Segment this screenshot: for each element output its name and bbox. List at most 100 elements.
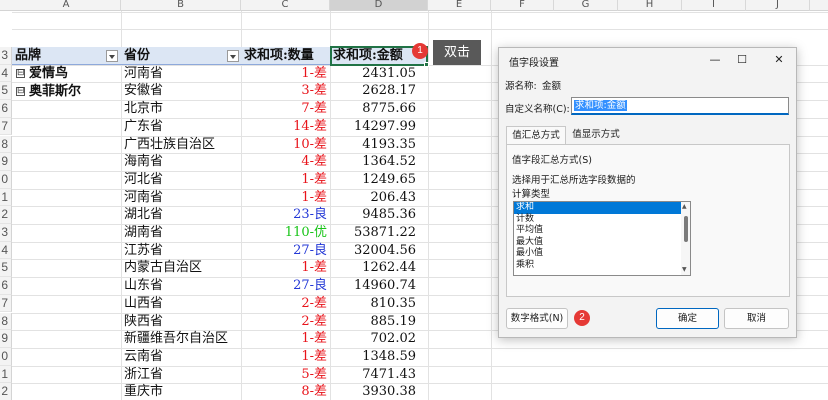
row-number[interactable]: 6 xyxy=(0,100,12,118)
brand-filter-icon[interactable] xyxy=(106,50,118,62)
row-number[interactable]: 9 xyxy=(0,330,12,348)
amount-cell[interactable]: 702.02 xyxy=(330,330,417,348)
row-number[interactable]: 9 xyxy=(0,153,12,171)
amount-cell[interactable]: 7471.43 xyxy=(330,366,416,384)
row-number[interactable]: 1 xyxy=(0,365,12,384)
amount-cell[interactable]: 4193.35 xyxy=(330,136,416,154)
amount-cell[interactable]: 2628.17 xyxy=(330,82,416,100)
calc-type-option[interactable]: 最大值 xyxy=(514,237,681,249)
column-header-g[interactable]: G xyxy=(554,0,618,11)
qty-cell[interactable]: 110-优 xyxy=(241,224,327,242)
scroll-up-icon[interactable]: ▲ xyxy=(682,203,687,210)
province-cell[interactable]: 山西省 xyxy=(124,295,163,313)
number-format-button[interactable]: 数字格式(N) xyxy=(506,308,568,329)
calc-type-option[interactable]: 求和 xyxy=(514,202,681,214)
row-number[interactable]: 3 xyxy=(0,47,12,65)
qty-cell[interactable]: 1-差 xyxy=(241,189,327,207)
row-number[interactable]: 7 xyxy=(0,294,12,313)
province-cell[interactable]: 内蒙古自治区 xyxy=(124,259,202,277)
value-field-settings-dialog[interactable]: 值字段设置 — ☐ ✕ 源名称: 金额 自定义名称(C): 求和项:金额 值汇总… xyxy=(498,47,797,338)
amount-cell[interactable]: 53871.22 xyxy=(330,224,416,242)
row-number[interactable]: 6 xyxy=(0,277,12,295)
row-number[interactable]: 8 xyxy=(0,135,12,154)
scrollbar[interactable]: ▲ ▼ xyxy=(681,202,690,275)
column-header-i[interactable]: I xyxy=(682,0,746,11)
row-number[interactable]: 2 xyxy=(0,206,12,224)
collapse-icon[interactable]: ⊟ xyxy=(16,69,25,78)
province-cell[interactable]: 湖南省 xyxy=(124,224,163,242)
brand-group-aofeisier[interactable]: 奥菲斯尔 xyxy=(29,83,81,101)
maximize-icon[interactable]: ☐ xyxy=(732,50,752,70)
qty-cell[interactable]: 5-差 xyxy=(241,366,327,384)
pivot-header-qty[interactable]: 求和项:数量 xyxy=(244,47,314,65)
province-cell[interactable]: 海南省 xyxy=(124,153,163,171)
row-number[interactable]: 5 xyxy=(0,259,12,278)
row-number[interactable]: 3 xyxy=(0,224,12,242)
qty-cell[interactable]: 1-差 xyxy=(241,171,327,189)
column-header-j[interactable]: J xyxy=(746,0,810,11)
row-number[interactable]: 1 xyxy=(0,188,12,207)
province-cell[interactable]: 陕西省 xyxy=(124,313,163,331)
province-cell[interactable]: 江苏省 xyxy=(124,242,163,260)
qty-cell[interactable]: 14-差 xyxy=(241,118,327,136)
province-cell[interactable]: 新疆维吾尔自治区 xyxy=(124,330,228,348)
custom-name-input[interactable]: 求和项:金额 xyxy=(571,97,789,115)
amount-cell[interactable]: 3930.38 xyxy=(330,383,416,400)
amount-cell[interactable]: 206.43 xyxy=(330,189,417,207)
amount-cell[interactable]: 32004.56 xyxy=(330,242,416,260)
brand-group-aiqingniao[interactable]: 爱情鸟 xyxy=(29,65,68,83)
row-number[interactable]: 4 xyxy=(0,64,12,83)
amount-cell[interactable]: 8775.66 xyxy=(330,100,416,118)
province-cell[interactable]: 河南省 xyxy=(124,65,163,83)
qty-cell[interactable]: 27-良 xyxy=(241,277,327,295)
qty-cell[interactable]: 2-差 xyxy=(241,295,327,313)
calc-type-listbox[interactable]: 求和 计数 平均值 最大值 最小值 乘积 ▲ ▼ xyxy=(513,201,691,276)
qty-cell[interactable]: 1-差 xyxy=(241,259,327,277)
province-cell[interactable]: 山东省 xyxy=(124,277,163,295)
amount-cell[interactable]: 885.19 xyxy=(330,313,417,331)
qty-cell[interactable]: 1-差 xyxy=(241,348,327,366)
column-header-b[interactable]: B xyxy=(121,0,241,11)
scroll-thumb[interactable] xyxy=(684,216,688,242)
amount-cell[interactable]: 14297.99 xyxy=(330,118,416,136)
qty-cell[interactable]: 1-差 xyxy=(241,330,327,348)
calc-type-option[interactable]: 最小值 xyxy=(514,248,681,260)
scroll-down-icon[interactable]: ▼ xyxy=(682,266,687,273)
qty-cell[interactable]: 2-差 xyxy=(241,313,327,331)
amount-cell[interactable]: 1262.44 xyxy=(330,259,416,277)
calc-type-option[interactable]: 计数 xyxy=(514,214,681,226)
row-number[interactable]: 5 xyxy=(0,82,12,101)
column-header-c[interactable]: C xyxy=(241,0,330,11)
province-cell[interactable]: 河北省 xyxy=(124,171,163,189)
qty-cell[interactable]: 4-差 xyxy=(241,153,327,171)
calc-type-option[interactable]: 平均值 xyxy=(514,225,681,237)
minimize-icon[interactable]: — xyxy=(705,50,725,70)
amount-cell[interactable]: 2431.05 xyxy=(330,65,416,83)
province-filter-icon[interactable] xyxy=(227,50,239,62)
row-number[interactable]: 8 xyxy=(0,312,12,331)
province-cell[interactable]: 广西壮族自治区 xyxy=(124,136,215,154)
amount-cell[interactable]: 1249.65 xyxy=(330,171,416,189)
province-cell[interactable]: 河南省 xyxy=(124,189,163,207)
province-cell[interactable]: 重庆市 xyxy=(124,383,163,400)
province-cell[interactable]: 浙江省 xyxy=(124,366,163,384)
ok-button[interactable]: 确定 xyxy=(656,308,719,329)
cancel-button[interactable]: 取消 xyxy=(724,308,789,329)
amount-cell[interactable]: 14960.74 xyxy=(330,277,416,295)
column-header-e[interactable]: E xyxy=(428,0,491,11)
province-cell[interactable]: 安徽省 xyxy=(124,82,163,100)
qty-cell[interactable]: 10-差 xyxy=(241,136,327,154)
qty-cell[interactable]: 23-良 xyxy=(241,206,327,224)
province-cell[interactable]: 北京市 xyxy=(124,100,163,118)
column-header-a[interactable]: A xyxy=(12,0,121,11)
close-icon[interactable]: ✕ xyxy=(769,50,789,70)
column-header-f[interactable]: F xyxy=(491,0,554,11)
column-header-d[interactable]: D xyxy=(330,0,428,11)
row-number[interactable]: 4 xyxy=(0,241,12,260)
amount-cell[interactable]: 1364.52 xyxy=(330,153,416,171)
qty-cell[interactable]: 7-差 xyxy=(241,100,327,118)
row-number[interactable]: 0 xyxy=(0,170,12,189)
fill-handle[interactable] xyxy=(424,62,429,67)
amount-cell[interactable]: 810.35 xyxy=(330,295,417,313)
row-number[interactable]: 2 xyxy=(0,383,12,400)
